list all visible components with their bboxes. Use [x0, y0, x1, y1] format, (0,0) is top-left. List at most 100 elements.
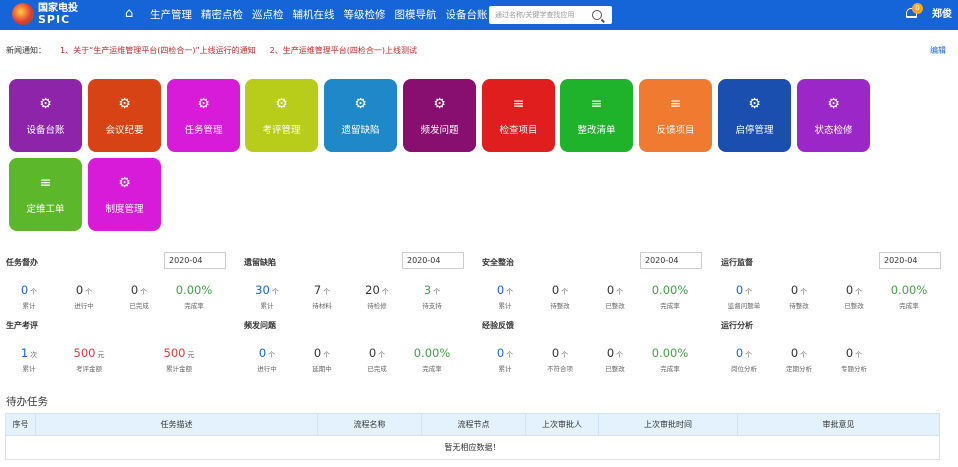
metric-value: 0.00%: [651, 346, 689, 360]
nav-item[interactable]: 辅机在线: [293, 0, 335, 30]
stat-metric[interactable]: 0 个已整改: [587, 279, 643, 310]
stat-metric[interactable]: 0 个待整改: [771, 279, 827, 310]
nav-item[interactable]: 图模导航: [395, 0, 437, 30]
tile-label: 任务管理: [184, 125, 223, 136]
metric-value: 0: [368, 346, 377, 360]
metric-label: 完成率: [660, 365, 680, 373]
stat-metric[interactable]: 0 个不符合项: [532, 342, 588, 373]
user-name[interactable]: 郑俊: [932, 0, 952, 30]
stat-metric[interactable]: 0 个累计: [477, 342, 533, 373]
month-picker[interactable]: 2020-04: [879, 252, 941, 269]
month-picker[interactable]: 2020-04: [640, 252, 702, 269]
notice-item[interactable]: 1、关于“生产运维管理平台(四检合一)”上线运行的通知: [60, 46, 256, 55]
gears-icon: ⚙: [39, 96, 52, 112]
stat-metric[interactable]: 0.00% 完成率: [642, 279, 698, 310]
app-tile[interactable]: ≡ 整改清单: [560, 79, 633, 152]
stat-metric[interactable]: 0 个定期分析: [771, 342, 827, 373]
app-tile[interactable]: ⚙ 制度管理: [88, 158, 161, 231]
stat-title: 遗留缺陷: [244, 258, 276, 267]
app-tile[interactable]: ⚙ 任务管理: [167, 79, 240, 152]
stat-metric[interactable]: 0.00% 完成率: [166, 279, 222, 310]
stat-metric[interactable]: 0.00% 完成率: [404, 342, 460, 373]
column-header[interactable]: 流程名称: [317, 413, 422, 436]
metric-label: 定期分析: [786, 365, 812, 373]
app-tile[interactable]: ⚙ 启停管理: [718, 79, 791, 152]
column-header[interactable]: 审批意见: [737, 413, 940, 436]
nav-item[interactable]: 生产管理: [150, 0, 192, 30]
stat-metric[interactable]: 1 次累计: [1, 342, 57, 373]
stat-metric[interactable]: 0 个监督问题单: [716, 279, 772, 310]
stat-metric[interactable]: 0 个岗位分析: [716, 342, 772, 373]
app-tile[interactable]: ≡ 检查项目: [482, 79, 555, 152]
tile-label: 整改清单: [577, 125, 616, 136]
logo[interactable]: 国家电投 SPIC: [12, 3, 78, 25]
metric-value: 0: [606, 283, 615, 297]
nav-item[interactable]: 精密点检: [201, 0, 243, 30]
column-header[interactable]: 任务描述: [35, 413, 318, 436]
column-header[interactable]: 上次审批人: [525, 413, 599, 436]
stat-metric[interactable]: 0.00% 完成率: [881, 279, 937, 310]
metric-value: 1: [20, 346, 29, 360]
metric-value: 0: [258, 346, 267, 360]
edit-link[interactable]: 编辑: [930, 45, 946, 56]
stat-metric[interactable]: 0 个已完成: [111, 279, 167, 310]
nav-item[interactable]: 设备台账: [446, 0, 488, 30]
home-icon[interactable]: ⌂: [125, 7, 139, 21]
stat-metric[interactable]: 0 个已完成: [349, 342, 405, 373]
metric-value: 0: [20, 283, 29, 297]
stat-metric[interactable]: 500 元累计金额: [151, 342, 207, 373]
table-row: 暂无相应数据！: [5, 435, 940, 460]
notice-item[interactable]: 2、生产运维管理平台(四检合一)上线测试: [270, 46, 417, 55]
stat-metric[interactable]: 0 个进行中: [56, 279, 112, 310]
search-input[interactable]: [489, 7, 589, 23]
nav-item[interactable]: 等级检修: [344, 0, 386, 30]
metric-value: 30: [255, 283, 270, 297]
tile-label: 检查项目: [499, 125, 538, 136]
stat-metric[interactable]: 3 个待支持: [404, 279, 460, 310]
metric-unit: 个: [745, 351, 753, 359]
stat-metric[interactable]: 0 个累计: [1, 279, 57, 310]
stat-metric[interactable]: 0 个进行中: [239, 342, 295, 373]
metric-value: 0: [130, 283, 139, 297]
stat-metric[interactable]: 0 个待整改: [532, 279, 588, 310]
app-tile[interactable]: ≡ 反馈项目: [639, 79, 712, 152]
column-header[interactable]: 序号: [5, 413, 36, 436]
stat-metric[interactable]: 7 个待材料: [294, 279, 350, 310]
app-tile[interactable]: ⚙ 设备台账: [9, 79, 82, 152]
stat-metric[interactable]: 0 个已整改: [826, 279, 882, 310]
app-tile[interactable]: ≡ 定维工单: [9, 158, 82, 231]
metric-label: 完成率: [660, 302, 680, 310]
metric-label: 累计: [498, 302, 512, 310]
metric-label: 考评金额: [76, 365, 102, 373]
metric-unit: 个: [506, 288, 514, 296]
stat-metric[interactable]: 500 元考评金额: [61, 342, 117, 373]
app-tile[interactable]: ⚙ 遗留缺陷: [324, 79, 397, 152]
nav-item[interactable]: 巡点检: [252, 0, 284, 30]
stat-metric[interactable]: 0 个专题分析: [826, 342, 882, 373]
tile-label: 遗留缺陷: [341, 125, 380, 136]
stat-metric[interactable]: 0 个已整改: [587, 342, 643, 373]
app-tile[interactable]: ⚙ 频发问题: [403, 79, 476, 152]
tile-label: 设备台账: [26, 125, 65, 136]
notification-bell[interactable]: 0: [906, 3, 923, 21]
stat-metric[interactable]: 0 个累计: [477, 279, 533, 310]
stat-metric[interactable]: 0.00% 完成率: [642, 342, 698, 373]
app-tile[interactable]: ⚙ 状态检修: [797, 79, 870, 152]
stat-metric[interactable]: 20 个待检修: [349, 279, 405, 310]
empty-message: 暂无相应数据！: [5, 435, 940, 460]
stat-metric[interactable]: 0 个延期中: [294, 342, 350, 373]
column-header[interactable]: 上次审批时间: [598, 413, 738, 436]
app-tile[interactable]: ⚙ 考评管理: [245, 79, 318, 152]
month-picker[interactable]: 2020-04: [164, 252, 226, 269]
stat-metric[interactable]: 30 个累计: [239, 279, 295, 310]
metric-value: 500: [73, 346, 96, 360]
metric-label: 已完成: [129, 302, 149, 310]
month-picker[interactable]: 2020-04: [402, 252, 464, 269]
gear-icon: ⚙: [197, 96, 210, 112]
app-tile[interactable]: ⚙ 会议纪要: [88, 79, 161, 152]
column-header[interactable]: 流程节点: [421, 413, 526, 436]
metric-value: 0: [845, 283, 854, 297]
search-icon[interactable]: [592, 10, 602, 20]
news-notice: 新闻通知： 1、关于“生产运维管理平台(四检合一)”上线运行的通知 2、生产运维管理…: [6, 45, 417, 56]
sliders-icon: ≡: [590, 96, 603, 112]
